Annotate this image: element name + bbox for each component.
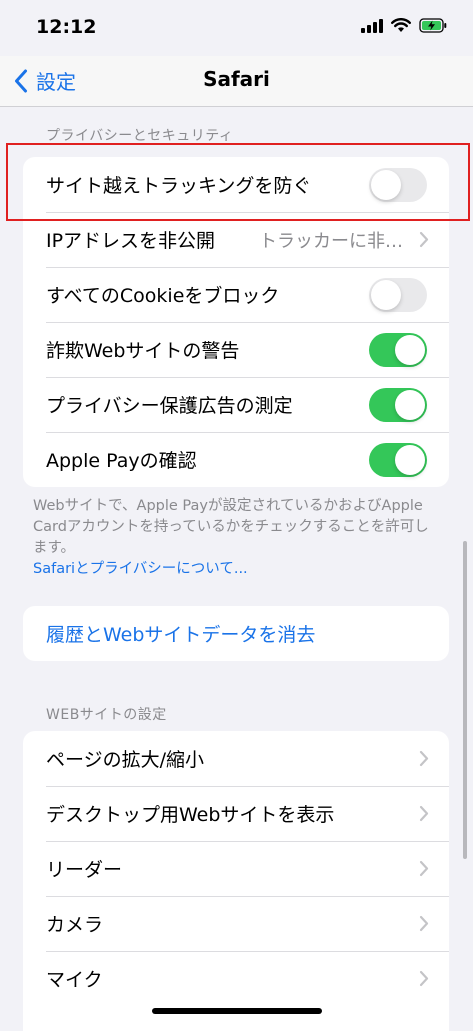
chevron-right-icon xyxy=(419,860,429,877)
row-camera[interactable]: カメラ xyxy=(23,896,449,951)
highlight-box xyxy=(6,143,470,221)
chevron-right-icon xyxy=(419,750,429,767)
toggle-knob xyxy=(395,445,425,475)
safari-privacy-link[interactable]: Safariとプライバシーについて... xyxy=(33,559,433,580)
apple-pay-toggle[interactable] xyxy=(369,443,427,477)
chevron-right-icon xyxy=(419,805,429,822)
website-settings-header: WEBサイトの設定 xyxy=(46,707,167,723)
row-privacy-ad-measurement: プライバシー保護広告の測定 xyxy=(23,377,449,432)
row-fraudulent-website-warning: 詐欺Webサイトの警告 xyxy=(23,322,449,377)
row-label: リーダー xyxy=(46,859,123,881)
row-label: すべてのCookieをブロック xyxy=(46,285,280,307)
status-icons xyxy=(361,18,447,33)
toggle-knob xyxy=(371,280,401,310)
row-block-all-cookies: すべてのCookieをブロック xyxy=(23,267,449,322)
signal-icon xyxy=(361,18,383,33)
row-label: Apple Payの確認 xyxy=(46,450,197,472)
clear-history-label: 履歴とWebサイトデータを消去 xyxy=(46,624,316,646)
scrollbar[interactable] xyxy=(463,541,467,859)
row-detail: トラッカーに非… xyxy=(259,230,403,252)
row-request-desktop-website[interactable]: デスクトップ用Webサイトを表示 xyxy=(23,786,449,841)
clear-history-group: 履歴とWebサイトデータを消去 xyxy=(23,606,449,661)
home-indicator[interactable] xyxy=(152,1008,322,1014)
status-time: 12:12 xyxy=(36,16,97,38)
row-label: プライバシー保護広告の測定 xyxy=(46,395,293,417)
chevron-right-icon xyxy=(419,915,429,932)
privacy-footer-note: Webサイトで、Apple Payが設定されているかおよびApple Cardア… xyxy=(33,496,433,580)
fraud-warning-toggle[interactable] xyxy=(369,333,427,367)
battery-charging-icon xyxy=(419,18,447,33)
row-page-zoom[interactable]: ページの拡大/縮小 xyxy=(23,731,449,786)
row-label: ページの拡大/縮小 xyxy=(46,749,205,771)
website-settings-group: ページの拡大/縮小 デスクトップ用Webサイトを表示 リーダー カメラ マイク xyxy=(23,731,449,1031)
wifi-icon xyxy=(391,18,411,32)
row-label: カメラ xyxy=(46,914,104,936)
chevron-right-icon xyxy=(419,231,429,248)
row-label: IPアドレスを非公開 xyxy=(46,230,216,252)
navigation-bar: 設定 Safari xyxy=(0,56,473,107)
row-microphone[interactable]: マイク xyxy=(23,951,449,1006)
row-label: デスクトップ用Webサイトを表示 xyxy=(46,804,335,826)
row-label: マイク xyxy=(46,969,103,991)
row-reader[interactable]: リーダー xyxy=(23,841,449,896)
ad-measurement-toggle[interactable] xyxy=(369,388,427,422)
footer-text: Webサイトで、Apple Payが設定されているかおよびApple Cardア… xyxy=(33,498,429,556)
toggle-knob xyxy=(395,335,425,365)
privacy-section-header: プライバシーとセキュリティ xyxy=(46,128,234,144)
row-check-apple-pay: Apple Payの確認 xyxy=(23,432,449,487)
status-bar: 12:12 xyxy=(0,0,473,56)
chevron-right-icon xyxy=(419,970,429,987)
row-label: 詐欺Webサイトの警告 xyxy=(46,340,240,362)
block-cookies-toggle[interactable] xyxy=(369,278,427,312)
page-title: Safari xyxy=(203,67,270,91)
toggle-knob xyxy=(395,390,425,420)
clear-history-button[interactable]: 履歴とWebサイトデータを消去 xyxy=(23,606,449,661)
